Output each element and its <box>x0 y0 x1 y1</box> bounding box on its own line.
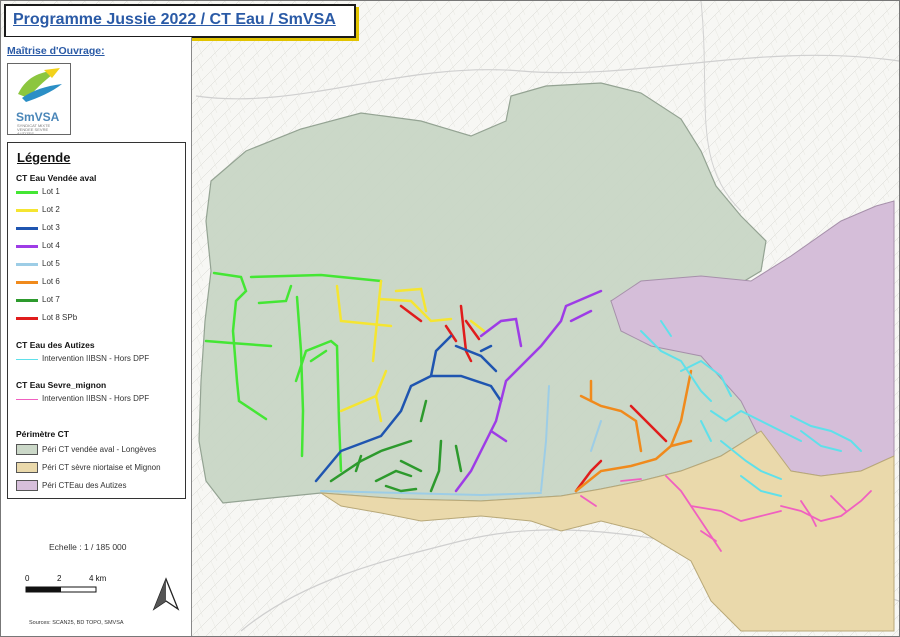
legend-box: Légende CT Eau Vendée aval Lot 1 Lot 2 L… <box>7 142 186 499</box>
smvsa-logo: SmVSA SYNDICAT MIXTE VENDEE SEVRE AUTIZE… <box>7 63 71 136</box>
scale-bar <box>25 586 97 593</box>
maitrise-label: Maîtrise d'Ouvrage: <box>7 45 105 57</box>
scale-tick: 2 <box>57 574 62 583</box>
logo-subtitle: SYNDICAT MIXTE VENDEE SEVRE AUTIZES <box>17 123 51 136</box>
scale-label: Echelle : 1 / 185 000 <box>49 542 127 552</box>
map-title: Programme Jussie 2022 / CT Eau / SmVSA <box>13 11 336 28</box>
scale-tick: 0 <box>25 574 30 583</box>
legend-group-heading: CT Eau des Autizes <box>16 340 95 350</box>
map-frame: Programme Jussie 2022 / CT Eau / SmVSA M… <box>0 0 900 637</box>
legend-group-heading: CT Eau Vendée aval <box>16 173 97 183</box>
legend-title: Légende <box>17 150 71 165</box>
north-arrow-icon <box>152 577 180 611</box>
left-panel: Maîtrise d'Ouvrage: SmVSA SYNDICAT MIXTE… <box>1 37 192 636</box>
map-title-box: Programme Jussie 2022 / CT Eau / SmVSA <box>4 4 356 38</box>
logo-wave-icon <box>18 68 62 102</box>
sources-text: Sources: SCAN25, BD TOPO, SMVSA <box>29 620 124 626</box>
logo-name: SmVSA <box>16 110 60 124</box>
legend-group-heading: Périmètre CT <box>16 429 69 439</box>
scale-tick: 4 km <box>89 574 107 583</box>
legend-group-heading: CT Eau Sevre_mignon <box>16 380 107 390</box>
